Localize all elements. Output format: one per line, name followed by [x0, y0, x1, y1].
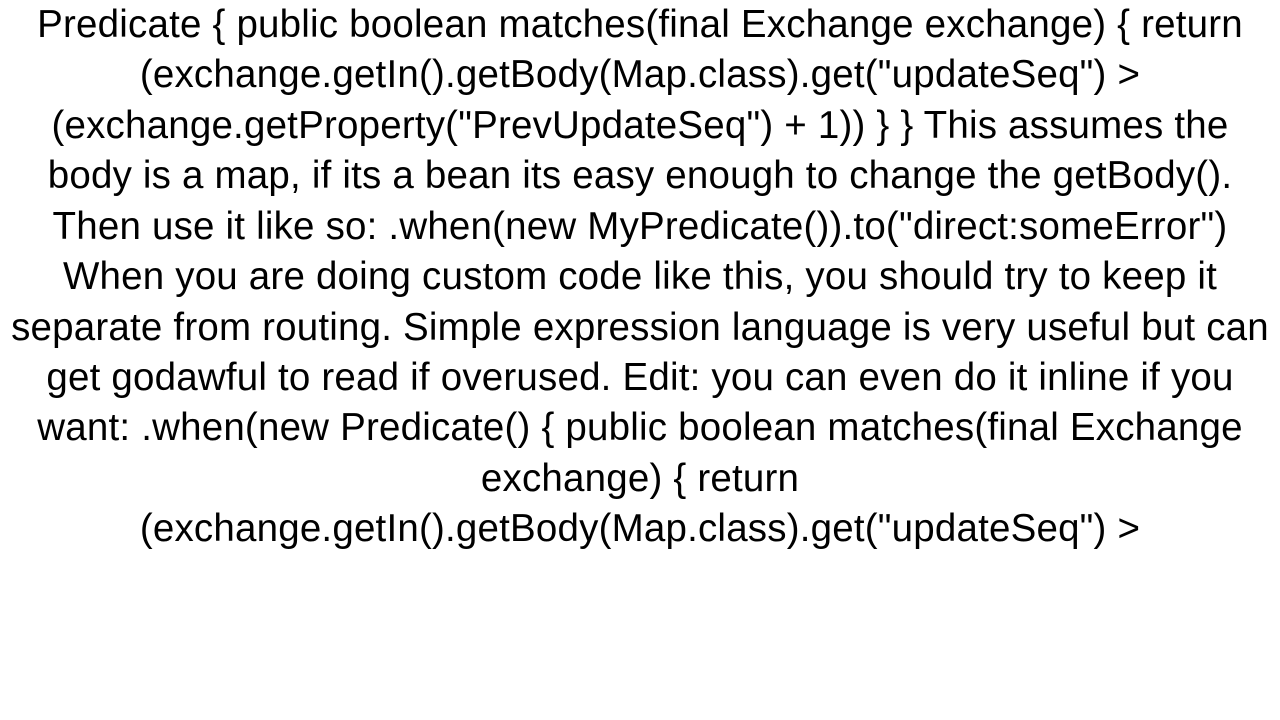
- document-text: Predicate { public boolean matches(final…: [8, 0, 1272, 555]
- document-body: Predicate { public boolean matches(final…: [0, 0, 1280, 720]
